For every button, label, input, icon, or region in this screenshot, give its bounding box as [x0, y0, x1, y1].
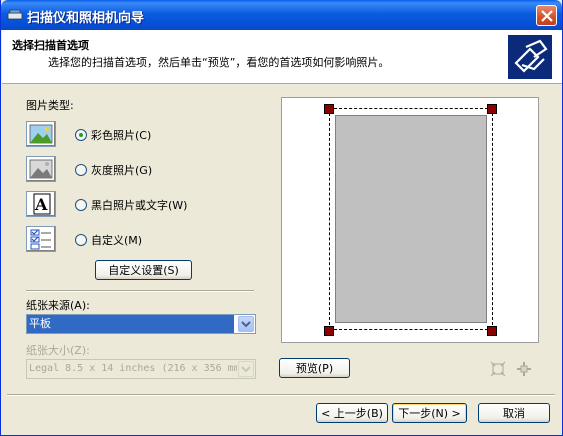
custom-settings-icon [26, 226, 56, 252]
close-button[interactable] [536, 5, 557, 26]
custom-settings-button[interactable]: 自定义设置(S) [95, 260, 192, 280]
picture-type-label: 图片类型: [26, 99, 74, 112]
wizard-content: 图片类型: 彩色照片(C) 灰度照片(G) A 黑白照片或文字(W) 自定义(M… [2, 85, 562, 395]
crop-handle-bottom-left[interactable] [324, 326, 334, 336]
scan-page [329, 108, 493, 330]
custom-option[interactable]: 自定义(M) [75, 232, 142, 248]
svg-text:A: A [34, 195, 48, 214]
grayscale-photo-label: 灰度照片(G) [91, 164, 153, 177]
chevron-down-icon [238, 361, 254, 377]
wizard-header: 选择扫描首选项 选择您的扫描首选项，然后单击“预览”，看您的首选项如何影响照片。 [2, 30, 562, 84]
paper-source-label: 纸张来源(A): [26, 299, 90, 312]
custom-label: 自定义(M) [91, 234, 143, 247]
close-icon [541, 10, 553, 22]
grayscale-photo-option[interactable]: 灰度照片(G) [75, 162, 152, 178]
bw-text-radio[interactable] [75, 199, 87, 211]
grayscale-photo-radio[interactable] [75, 164, 87, 176]
color-photo-icon [26, 121, 56, 147]
chevron-down-icon[interactable] [238, 316, 254, 332]
next-button[interactable]: 下一步(N) > [392, 403, 467, 423]
color-photo-option[interactable]: 彩色照片(C) [75, 127, 151, 143]
bw-text-icon: A [26, 191, 56, 217]
color-photo-label: 彩色照片(C) [91, 129, 152, 142]
scan-region[interactable] [335, 115, 487, 323]
title-bar[interactable]: 扫描仪和照相机向导 [1, 0, 562, 30]
crop-handle-top-left[interactable] [324, 104, 334, 114]
scanner-app-icon [7, 9, 23, 20]
custom-radio[interactable] [75, 234, 87, 246]
footer-separator [7, 394, 555, 396]
crop-handle-top-right[interactable] [487, 104, 497, 114]
paper-size-value: Legal 8.5 x 14 inches (216 x 356 mm) [29, 363, 237, 374]
zoom-fit-icon[interactable] [490, 361, 506, 377]
separator [26, 290, 254, 292]
paper-source-select[interactable]: 平板 [26, 314, 256, 334]
bw-text-label: 黑白照片或文字(W) [91, 199, 188, 212]
color-photo-radio[interactable] [75, 129, 87, 141]
paper-source-value: 平板 [27, 315, 234, 333]
grayscale-photo-icon [26, 156, 56, 182]
scanner-wizard-icon [508, 35, 552, 79]
window-title: 扫描仪和照相机向导 [27, 11, 145, 26]
cancel-button[interactable]: 取消 [478, 403, 550, 423]
back-button[interactable]: < 上一步(B) [316, 403, 388, 423]
crop-handle-bottom-right[interactable] [487, 326, 497, 336]
header-title: 选择扫描首选项 [12, 39, 89, 52]
crop-move-icon[interactable] [516, 361, 532, 377]
preview-area[interactable] [281, 97, 539, 343]
header-subtitle: 选择您的扫描首选项，然后单击“预览”，看您的首选项如何影响照片。 [48, 56, 390, 69]
paper-size-label: 纸张大小(Z): [26, 344, 90, 357]
paper-size-select[interactable]: Legal 8.5 x 14 inches (216 x 356 mm) [26, 359, 256, 379]
bw-text-option[interactable]: 黑白照片或文字(W) [75, 197, 187, 213]
preview-button[interactable]: 预览(P) [279, 358, 350, 378]
wizard-window: 扫描仪和照相机向导 选择扫描首选项 选择您的扫描首选项，然后单击“预览”，看您的… [0, 0, 563, 436]
